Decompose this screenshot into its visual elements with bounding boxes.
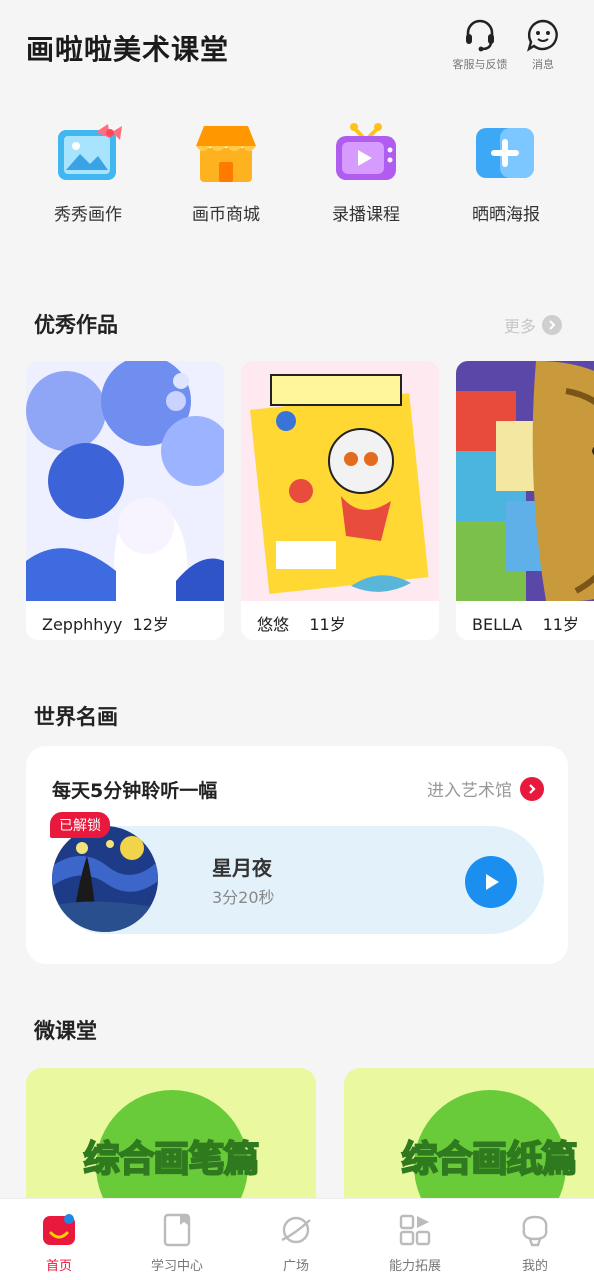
play-icon: [486, 874, 499, 890]
chevron-right-icon: [520, 776, 544, 801]
micro-class-card[interactable]: 综合画笔篇: [26, 1068, 316, 1200]
painting-audio-player[interactable]: 已解锁 星月夜 3分20秒: [50, 812, 544, 934]
work-card[interactable]: 悠悠 11岁: [241, 361, 439, 640]
micro-class-label: 综合画笔篇: [82, 1138, 260, 1181]
grid-icon: [399, 1214, 431, 1246]
tab-label: 我的: [521, 1259, 548, 1274]
quick-actions: 秀秀画作 画币商城 录播课程 晒晒海报: [0, 118, 594, 228]
micro-class-card[interactable]: 综合画纸篇: [344, 1068, 594, 1200]
quick-action-label: 秀秀画作: [54, 205, 122, 225]
more-link[interactable]: 更多: [504, 313, 562, 337]
painting-title: 星月夜: [212, 856, 272, 880]
quick-action-label: 录播课程: [332, 205, 400, 225]
work-card[interactable]: BELLA 11岁: [456, 361, 594, 640]
section-title-micro-class: 微课堂: [34, 1019, 97, 1043]
tab-label: 首页: [45, 1259, 72, 1274]
quick-action-label: 晒晒海报: [472, 205, 540, 225]
quick-action-shop[interactable]: 画币商城: [171, 118, 281, 225]
quick-action-label: 画币商城: [192, 205, 260, 225]
planet-icon: [281, 1216, 311, 1244]
work-author-label: 悠悠 11岁: [257, 615, 346, 634]
headset-icon: [466, 19, 494, 52]
section-title-world-paintings: 世界名画: [34, 705, 118, 729]
tab-ability-expansion[interactable]: 能力拓展: [356, 1213, 474, 1274]
book-icon: [163, 1213, 191, 1247]
artwork-image: [26, 361, 224, 601]
artwork-image: [456, 361, 594, 601]
chat-face-icon: [527, 19, 558, 52]
header: 画啦啦美术课堂 客服与反馈 消息: [0, 0, 594, 90]
work-author-label: Zepphhyy 12岁: [42, 615, 169, 634]
bottom-tab-bar: 首页 学习中心 广场 能力拓展 我的: [0, 1198, 594, 1280]
messages-label: 消息: [532, 58, 554, 71]
tab-label: 广场: [282, 1259, 309, 1274]
profile-icon: [522, 1215, 548, 1247]
section-title-excellent-works: 优秀作品: [34, 313, 118, 337]
app-title: 画啦啦美术课堂: [26, 33, 230, 66]
quick-action-poster[interactable]: 晒晒海报: [451, 118, 561, 225]
chevron-right-icon: [542, 315, 562, 335]
audio-duration: 3分20秒: [212, 888, 275, 907]
picture-frame-icon: [58, 124, 122, 180]
work-author-label: BELLA 11岁: [472, 615, 579, 634]
tab-label: 学习中心: [150, 1259, 203, 1274]
enter-gallery-link[interactable]: 进入艺术馆: [427, 776, 544, 801]
tv-play-icon: [336, 123, 396, 180]
enter-gallery-label: 进入艺术馆: [427, 781, 512, 801]
support-label: 客服与反馈: [452, 58, 508, 71]
tab-label: 能力拓展: [388, 1259, 441, 1274]
shop-icon: [196, 126, 256, 182]
micro-class-label: 综合画纸篇: [400, 1138, 578, 1181]
works-carousel[interactable]: Zepphhyy 12岁 悠悠 11岁 BELLA 11岁: [26, 361, 594, 641]
quick-action-showcase[interactable]: 秀秀画作: [33, 118, 143, 225]
home-icon: [43, 1214, 75, 1245]
tab-learning-center[interactable]: 学习中心: [118, 1213, 236, 1274]
play-button[interactable]: [465, 856, 517, 908]
world-paintings-card: 每天5分钟聆听一幅 进入艺术馆 已解锁 星月夜 3分20秒: [26, 746, 568, 964]
quick-action-recorded-courses[interactable]: 录播课程: [311, 118, 421, 225]
more-label: 更多: [503, 317, 536, 336]
world-card-title: 每天5分钟聆听一幅: [52, 780, 218, 802]
artwork-image: [241, 361, 439, 601]
micro-class-carousel[interactable]: 综合画笔篇 综合画纸篇: [26, 1068, 594, 1200]
messages-button[interactable]: 消息: [522, 18, 564, 72]
tab-home[interactable]: 首页: [0, 1213, 118, 1274]
unlocked-badge: 已解锁: [50, 812, 110, 838]
tab-profile[interactable]: 我的: [476, 1213, 594, 1274]
add-poster-icon: [476, 128, 534, 178]
support-button[interactable]: 客服与反馈: [448, 18, 512, 72]
tab-square[interactable]: 广场: [237, 1213, 355, 1274]
painting-thumbnail: [52, 826, 158, 932]
work-card[interactable]: Zepphhyy 12岁: [26, 361, 224, 640]
